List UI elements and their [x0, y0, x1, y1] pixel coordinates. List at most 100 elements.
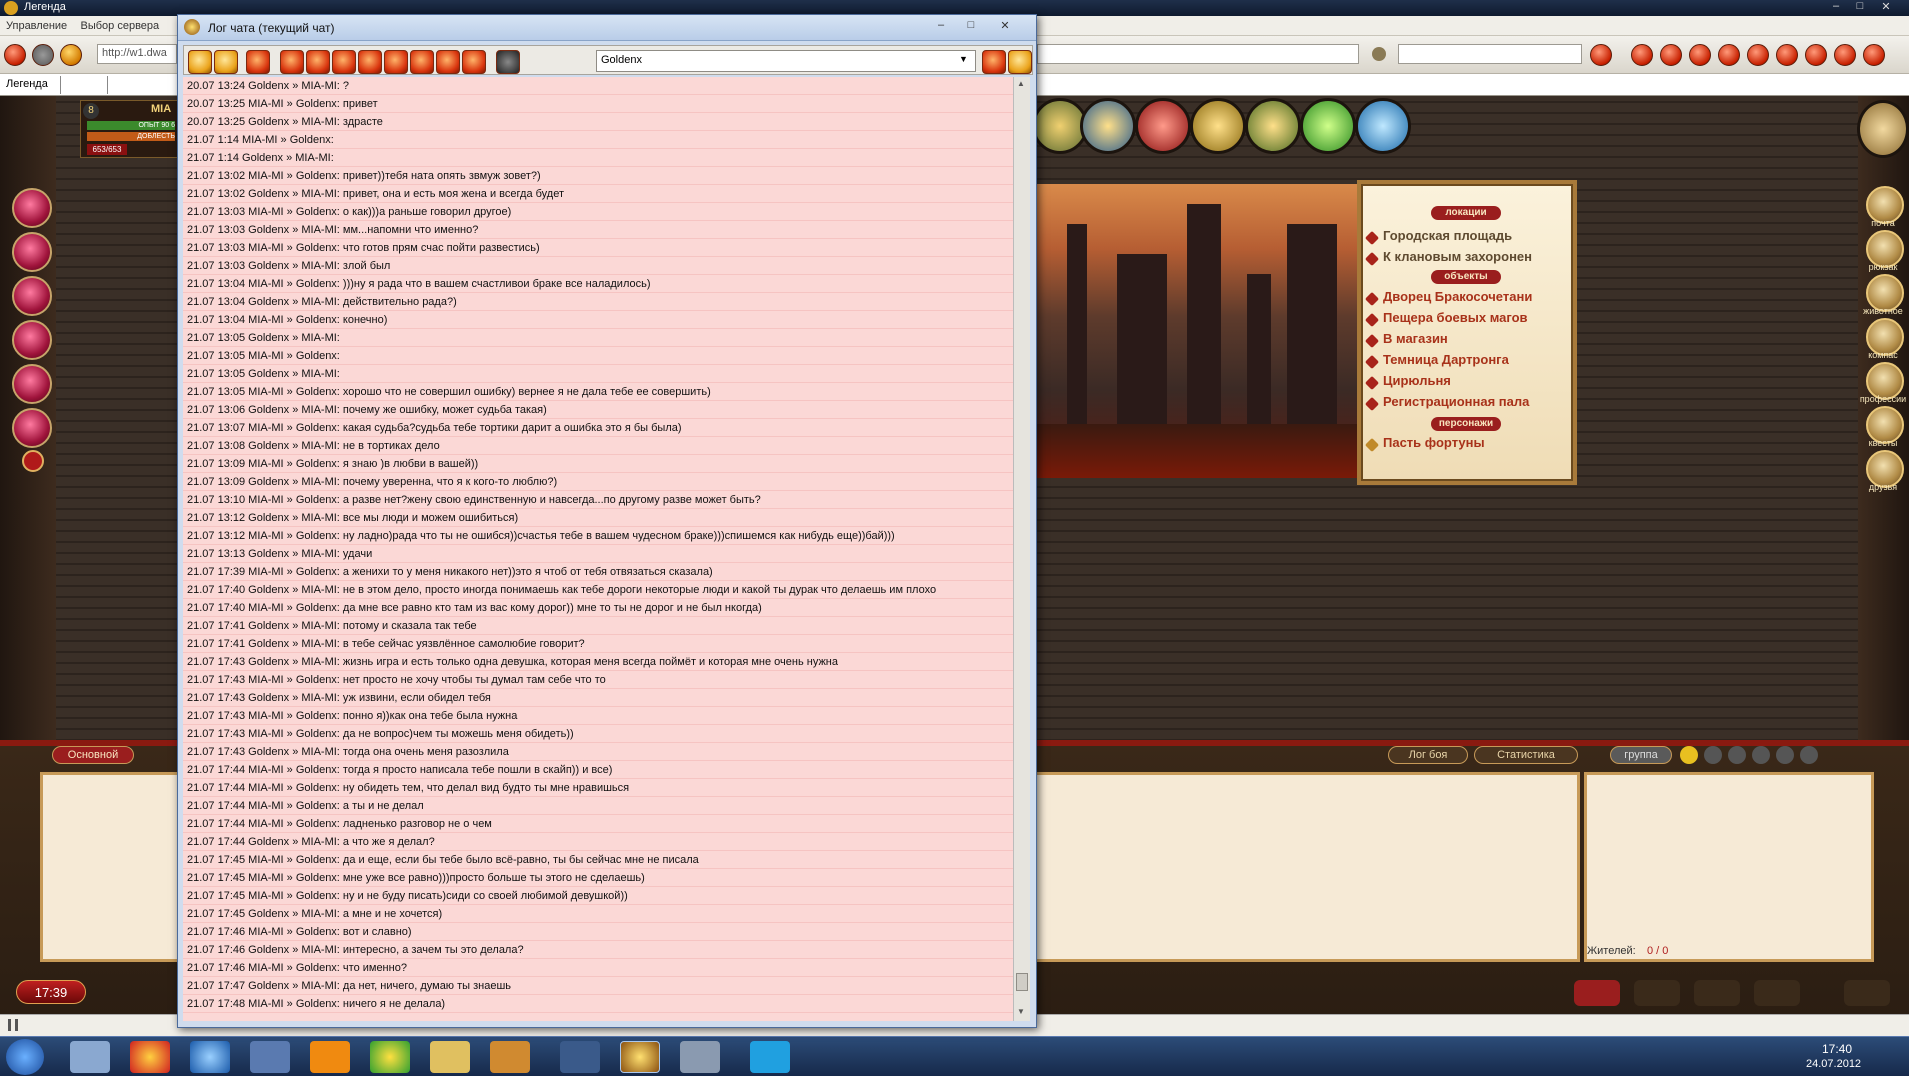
tool-icon-4[interactable]: [1718, 44, 1740, 66]
chat-maximize-icon[interactable]: □: [962, 19, 980, 31]
chat-scrollbar[interactable]: ▲ ▼: [1013, 77, 1030, 1021]
address-field-extended[interactable]: [1037, 44, 1359, 64]
taskbar-star-icon[interactable]: [560, 1041, 600, 1073]
chat-minimize-icon[interactable]: –: [932, 19, 950, 31]
menu-item-server[interactable]: Выбор сервера: [81, 20, 160, 32]
scroll-down-icon[interactable]: ▼: [1017, 1007, 1025, 1016]
tool-icon-6[interactable]: [1805, 44, 1827, 66]
compass-emblem-icon[interactable]: [1857, 100, 1909, 158]
tab-legend[interactable]: Легенда: [6, 78, 48, 90]
taskbar-folder-icon[interactable]: [430, 1041, 470, 1073]
search-field[interactable]: [1398, 44, 1582, 64]
potion-slot-6[interactable]: [12, 408, 52, 448]
tool-icon-1[interactable]: [1631, 44, 1653, 66]
maximize-icon[interactable]: □: [1850, 0, 1870, 14]
tool-icon-3[interactable]: [1689, 44, 1711, 66]
location-link-square[interactable]: Городская площадь: [1383, 228, 1573, 243]
run-icon[interactable]: [1754, 980, 1800, 1006]
potion-slot-1[interactable]: [12, 188, 52, 228]
warning-icon[interactable]: [280, 50, 304, 74]
chat-bubble-icon[interactable]: [1355, 98, 1411, 154]
forward-icon[interactable]: [32, 44, 54, 66]
filter-group-icon[interactable]: [358, 50, 382, 74]
alert-icon[interactable]: [22, 450, 44, 472]
potion-slot-2[interactable]: [12, 232, 52, 272]
scroll-up-icon[interactable]: ▲: [1017, 79, 1025, 88]
object-link-registration[interactable]: Регистрационная пала: [1383, 394, 1573, 409]
object-link-barber[interactable]: Цирюльня: [1383, 373, 1573, 388]
taskbar-vlc-icon[interactable]: [310, 1041, 350, 1073]
chat-scroll-thumb[interactable]: [1016, 973, 1028, 991]
close-icon[interactable]: ✕: [1876, 0, 1896, 14]
lock-open-icon[interactable]: [188, 50, 212, 74]
refresh-icon[interactable]: [60, 44, 82, 66]
chat-user-select[interactable]: Goldenx ▼: [596, 50, 976, 72]
return-icon[interactable]: [1574, 980, 1620, 1006]
location-link-graves[interactable]: К клановым захоронен: [1383, 249, 1573, 264]
help-icon[interactable]: [1300, 98, 1356, 154]
go-icon[interactable]: [1372, 47, 1386, 61]
taskbar-chrome-icon[interactable]: [130, 1041, 170, 1073]
filter-shield-icon[interactable]: [410, 50, 434, 74]
group-alert-icon[interactable]: [1680, 746, 1698, 764]
taskbar-tool-icon[interactable]: [250, 1041, 290, 1073]
swap-icon[interactable]: [1844, 980, 1890, 1006]
minimize-icon[interactable]: –: [1826, 0, 1846, 14]
battle-icon[interactable]: [1135, 98, 1191, 154]
filter-trade-icon[interactable]: [436, 50, 460, 74]
delete-icon[interactable]: [246, 50, 270, 74]
money-icon[interactable]: [1190, 98, 1246, 154]
group-icon-4[interactable]: [1776, 746, 1794, 764]
filter-private-icon[interactable]: [332, 50, 356, 74]
object-link-shop[interactable]: В магазин: [1383, 331, 1573, 346]
potion-slot-5[interactable]: [12, 364, 52, 404]
tool-icon-5[interactable]: [1776, 44, 1798, 66]
tab-statistics[interactable]: Статистика: [1474, 746, 1578, 764]
chat-close-icon[interactable]: ✕: [996, 19, 1014, 32]
taskbar-browser-icon[interactable]: [370, 1041, 410, 1073]
group-icon-5[interactable]: [1800, 746, 1818, 764]
taskbar-legend-icon[interactable]: [620, 1041, 660, 1073]
object-link-cave[interactable]: Пещера боевых магов: [1383, 310, 1573, 325]
filter-icon[interactable]: [982, 50, 1006, 74]
balance-icon[interactable]: [306, 50, 330, 74]
tool-icon-7[interactable]: [1834, 44, 1856, 66]
address-field[interactable]: http://w1.dwa: [97, 44, 177, 64]
taskbar-ie-icon[interactable]: [190, 1041, 230, 1073]
taskbar-skype-icon[interactable]: [750, 1041, 790, 1073]
tool-icon-8[interactable]: [1863, 44, 1885, 66]
cards-icon[interactable]: [1080, 98, 1136, 154]
chat-log-list[interactable]: 20.07 13:24 Goldenx » MIA-MI: ? 20.07 13:…: [183, 77, 1013, 1021]
hammer-icon[interactable]: [1245, 98, 1301, 154]
filter-clan-icon[interactable]: [384, 50, 408, 74]
object-link-dungeon[interactable]: Темница Дартронга: [1383, 352, 1573, 367]
object-link-palace[interactable]: Дворец Бракосочетани: [1383, 289, 1573, 304]
tab-group[interactable]: группа: [1610, 746, 1672, 764]
lock-icon[interactable]: [214, 50, 238, 74]
group-icon-2[interactable]: [1728, 746, 1746, 764]
taskbar-app-icon[interactable]: [680, 1041, 720, 1073]
tab-empty[interactable]: [60, 76, 108, 94]
search-icon[interactable]: [1008, 50, 1032, 74]
filter-user-icon[interactable]: [496, 50, 520, 74]
chevron-down-icon[interactable]: ▼: [959, 54, 968, 64]
heart-icon[interactable]: [1747, 44, 1769, 66]
menu-item-manage[interactable]: Управление: [6, 20, 67, 32]
tab-main[interactable]: Основной: [52, 746, 134, 764]
back-icon[interactable]: [4, 44, 26, 66]
group-icon-3[interactable]: [1752, 746, 1770, 764]
wings-icon[interactable]: [1694, 980, 1740, 1006]
tool-icon-2[interactable]: [1660, 44, 1682, 66]
info-icon[interactable]: [1590, 44, 1612, 66]
taskbar-media-icon[interactable]: [490, 1041, 530, 1073]
pause-icon[interactable]: [8, 1019, 18, 1031]
potion-slot-4[interactable]: [12, 320, 52, 360]
potion-slot-3[interactable]: [12, 276, 52, 316]
start-button-icon[interactable]: [6, 1039, 44, 1075]
cancel-icon[interactable]: [1634, 980, 1680, 1006]
group-icon-1[interactable]: [1704, 746, 1722, 764]
chat-window-titlebar[interactable]: Лог чата (текущий чат) – □ ✕: [178, 15, 1036, 41]
character-link-fortune[interactable]: Пасть фортуны: [1383, 435, 1573, 450]
taskbar-notepad-icon[interactable]: [70, 1041, 110, 1073]
filter-lock-icon[interactable]: [462, 50, 486, 74]
